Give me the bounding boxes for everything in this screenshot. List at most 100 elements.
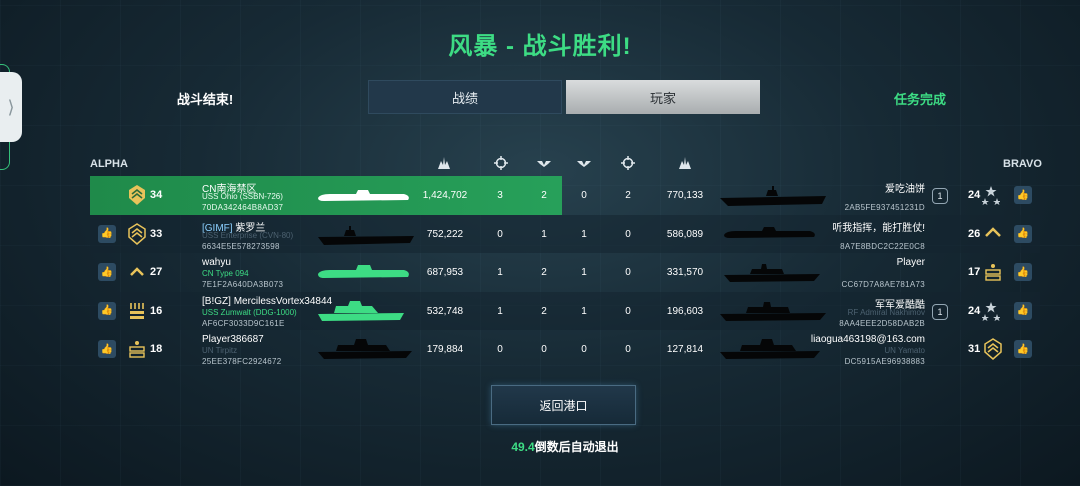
enemy-level: 24: [968, 189, 981, 201]
player-name: Player386687: [202, 334, 264, 345]
rank-bars-icon: [128, 338, 146, 360]
like-button[interactable]: 👍: [98, 263, 116, 281]
thumbs-up-icon: 👍: [100, 305, 114, 316]
player-name-text: wahyu: [202, 257, 231, 268]
enemy-name: 听我指挥，能打胜仗!: [832, 222, 925, 234]
player-level: 16: [150, 304, 163, 317]
wings-icon: [576, 155, 592, 171]
kills-right: 2: [625, 190, 631, 201]
like-button[interactable]: 👍: [1014, 301, 1032, 320]
damage-left: 532,748: [426, 305, 464, 317]
auto-exit-countdown: 49.4倒数后自动退出: [0, 438, 1080, 455]
enemy-level: 26: [968, 227, 981, 240]
return-to-port-button[interactable]: 返回港口: [491, 385, 636, 425]
like-button[interactable]: 👍: [98, 340, 116, 358]
enemy-level: 24: [968, 304, 981, 317]
ship-name: CN Type 094: [202, 269, 249, 278]
assists-right: 0: [581, 344, 587, 355]
like-button[interactable]: 👍: [1014, 224, 1032, 243]
enemy-badge: 1: [932, 303, 948, 320]
battleship-silhouette: [318, 339, 412, 359]
like-button[interactable]: 👍: [1014, 263, 1032, 281]
thumbs-up-icon: 👍: [1016, 228, 1030, 239]
tab-bar: 战斗结束! 战绩 玩家 任务完成: [0, 80, 1080, 114]
tab-stats[interactable]: 战绩: [368, 80, 562, 114]
damage-right: 770,133: [666, 190, 704, 201]
player-level: 18: [150, 343, 163, 355]
table-row: 👍 16 [B!GZ] MercilessVortex34844 USS Zum…: [90, 291, 1040, 330]
like-button[interactable]: 👍: [98, 301, 116, 320]
kills-right: 0: [625, 344, 631, 355]
kills-left: 1: [497, 305, 503, 317]
destroyer-silhouette: [724, 264, 820, 282]
rank-chevron-star-icon: [984, 338, 1002, 360]
enemy-name: 爱吃油饼: [885, 184, 925, 195]
damage-left: 752,222: [426, 228, 464, 240]
like-button[interactable]: 👍: [1014, 340, 1032, 358]
enemy-badge: 1: [932, 188, 948, 204]
clan-tag: [B!GZ]: [202, 295, 231, 307]
crosshair-icon: [620, 155, 636, 171]
kills-right: 0: [625, 267, 631, 278]
rank-chevron-star-icon: [128, 222, 146, 245]
player-level: 34: [150, 189, 163, 201]
carrier-silhouette: [720, 186, 826, 206]
submarine-silhouette: [318, 190, 409, 201]
kills-right: 0: [625, 305, 631, 317]
team-alpha-label: ALPHA: [90, 158, 128, 170]
rank-bars-icon: [128, 300, 146, 322]
thumbs-up-icon: 👍: [100, 266, 114, 278]
ship-name: USS Enterprise (CVN-80): [202, 230, 294, 240]
thumbs-up-icon: 👍: [1016, 266, 1030, 278]
rank-chevron-icon: [128, 261, 146, 283]
assists-left: 2: [541, 305, 547, 317]
thumbs-up-icon: 👍: [1016, 305, 1030, 316]
player-name: wahyu: [202, 257, 231, 268]
table-row: 👍 27 wahyu CN Type 094 7E1F2A640DA3B073 …: [90, 253, 1040, 292]
kills-right: 0: [625, 228, 631, 240]
battleship-silhouette: [720, 339, 820, 359]
damage-left: 1,424,702: [422, 190, 468, 201]
assists-left: 1: [541, 228, 547, 240]
player-uid: 7E1F2A640DA3B073: [202, 280, 284, 289]
player-uid: 25EE378FC2924672: [202, 357, 282, 366]
rank-chevron-star-icon: [128, 184, 146, 206]
enemy-name: Player: [896, 257, 925, 268]
tab-players[interactable]: 玩家: [566, 80, 760, 114]
damage-right: 331,570: [666, 267, 704, 278]
countdown-seconds: 49.4: [511, 440, 535, 454]
carrier-silhouette: [318, 225, 414, 245]
ship-name: USS Zumwalt (DDG-1000): [202, 307, 297, 317]
enemy-uid: 2AB5FE937451231D: [844, 203, 925, 212]
like-button[interactable]: 👍: [1014, 186, 1032, 204]
submarine-silhouette: [318, 265, 409, 278]
player-name: [B!GZ] MercilessVortex34844: [202, 296, 332, 307]
kills-left: 0: [497, 228, 503, 240]
mission-complete-label: 任务完成: [893, 92, 946, 107]
cruiser-silhouette: [720, 301, 826, 321]
rank-three-stars-icon: [982, 184, 1000, 206]
damage-right: 127,814: [666, 344, 704, 355]
assists-right: 1: [581, 305, 587, 317]
page-title: 风暴 - 战斗胜利!: [448, 33, 632, 60]
kills-left: 1: [497, 267, 503, 278]
enemy-uid: DC5915AE96938883: [844, 357, 925, 366]
player-uid: 70DA342464B8AD37: [202, 203, 284, 212]
enemy-ship: UN Yamato: [884, 346, 925, 355]
like-button[interactable]: 👍: [98, 224, 116, 243]
enemy-uid: 8AA4EEE2D58DAB2B: [839, 318, 925, 328]
team-bravo-label: BRAVO: [1003, 158, 1042, 170]
damage-right: 586,089: [666, 228, 704, 240]
kills-left: 3: [497, 190, 503, 201]
ship-name: UN Tirpitz: [202, 346, 238, 355]
countdown-text: 倒数后自动退出: [534, 440, 619, 454]
assists-right: 0: [581, 190, 587, 201]
assists-left: 0: [541, 344, 547, 355]
damage-left: 687,953: [426, 267, 464, 278]
enemy-level: 17: [968, 266, 981, 278]
table-row: 34 CN南海禁区 USS Ohio (SSBN-726) 70DA342464…: [90, 176, 1040, 215]
assists-right: 1: [581, 228, 587, 240]
thumbs-up-icon: 👍: [100, 343, 114, 355]
rank-bars-icon: [984, 261, 1002, 283]
thumbs-up-icon: 👍: [100, 228, 114, 239]
